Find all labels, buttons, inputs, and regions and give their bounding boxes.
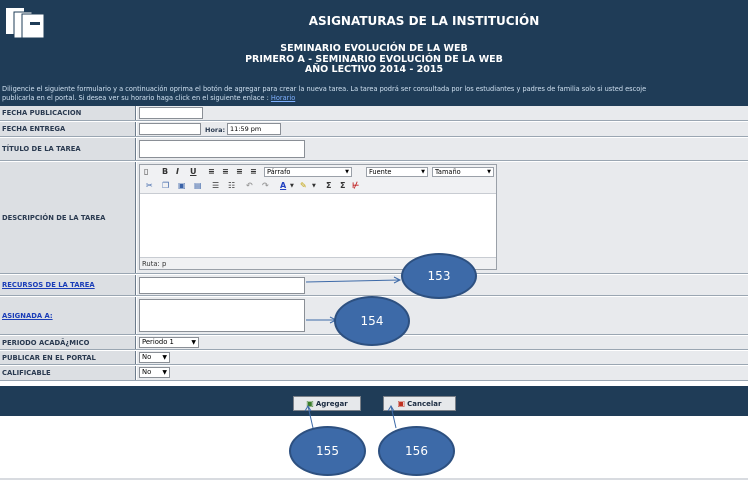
agregar-button[interactable]: ▣ Agregar (293, 396, 361, 411)
page-header: ASIGNATURAS DE LA INSTITUCIÓN (0, 0, 748, 44)
fecha-publicacion-label: FECHA PUBLICACION (0, 106, 136, 120)
instructions-line-2: publicarla en el portal. Si desea ver su… (2, 94, 269, 102)
underline-button[interactable]: U (190, 167, 197, 176)
periodo-select-value: Periodo 1 (142, 338, 174, 346)
cancelar-button[interactable]: ▣ Cancelar (383, 396, 456, 411)
chevron-down-icon: ▼ (191, 339, 196, 346)
titulo-label: TÍTULO DE LA TAREA (0, 138, 136, 160)
hora-label: Hora: (205, 126, 226, 134)
row-publicar: PUBLICAR EN EL PORTAL No ▼ (0, 351, 748, 365)
annotation-156: 156 (378, 426, 455, 476)
asignada-textarea[interactable] (139, 299, 305, 332)
agregar-button-label: Agregar (315, 399, 348, 408)
instructions-line-1: Diligencie el siguiente formulario y a c… (2, 85, 647, 93)
sum-icon[interactable]: Σ (340, 181, 345, 190)
row-recursos: RECURSOS DE LA TAREA (0, 275, 748, 296)
bullet-list-icon[interactable]: ☰ (212, 181, 219, 190)
bottom-divider (0, 478, 748, 480)
paste-icon[interactable]: ▣ (178, 181, 186, 190)
chevron-down-icon: ▼ (345, 169, 349, 175)
annotation-154: 154 (334, 296, 410, 346)
chevron-down-icon[interactable]: ▼ (290, 183, 294, 189)
new-document-icon[interactable]: ▯ (144, 167, 148, 176)
editor-body[interactable] (140, 193, 496, 259)
calificable-select-value: No (142, 368, 152, 376)
copy-icon[interactable]: ❐ (162, 181, 169, 190)
chevron-down-icon: ▼ (487, 169, 491, 175)
annotation-155: 155 (289, 426, 366, 476)
subtitle-line-1: SEMINARIO EVOLUCIÓN DE LA WEB (280, 43, 468, 54)
annotation-153: 153 (401, 253, 477, 299)
publicar-select-value: No (142, 353, 152, 361)
size-select[interactable]: Tamaño ▼ (432, 167, 494, 177)
fecha-publicacion-input[interactable] (139, 107, 203, 119)
cancel-icon: ▣ (397, 399, 406, 408)
calificable-select[interactable]: No ▼ (139, 367, 170, 378)
page-title: ASIGNATURAS DE LA INSTITUCIÓN (308, 14, 540, 28)
bold-button[interactable]: B (162, 167, 168, 176)
recursos-link[interactable]: RECURSOS DE LA TAREA (0, 275, 136, 295)
align-center-icon[interactable]: ≡ (222, 167, 229, 176)
justify-icon[interactable]: ≡ (250, 167, 257, 176)
chevron-down-icon: ▼ (421, 169, 425, 175)
course-subtitle: SEMINARIO EVOLUCIÓN DE LA WEB PRIMERO A … (0, 43, 748, 84)
periodo-select[interactable]: Periodo 1 ▼ (139, 337, 199, 348)
publicar-select[interactable]: No ▼ (139, 352, 170, 363)
asignada-link[interactable]: ASIGNADA A: (0, 297, 136, 334)
font-select-value: Fuente (369, 168, 392, 176)
subtitle-line-3: AÑO LECTIVO 2014 - 2015 (304, 64, 444, 75)
add-icon: ▣ (306, 399, 314, 408)
font-select[interactable]: Fuente ▼ (366, 167, 428, 177)
cancelar-button-label: Cancelar (407, 399, 442, 408)
align-right-icon[interactable]: ≡ (236, 167, 243, 176)
redo-icon[interactable]: ↷ (262, 181, 269, 190)
row-fecha-publicacion: FECHA PUBLICACION (0, 106, 748, 121)
instructions-text: Diligencie el siguiente formulario y a c… (0, 84, 748, 106)
chevron-down-icon: ▼ (162, 354, 167, 361)
descripcion-label: DESCRIPCIÓN DE LA TAREA (0, 162, 136, 273)
clear-format-icon[interactable]: ⊬ (352, 181, 359, 190)
calificable-label: CALIFICABLE (0, 366, 136, 380)
font-color-icon[interactable]: A (280, 181, 286, 190)
format-select[interactable]: Párrafo ▼ (264, 167, 352, 177)
editor-toolbar-1: ▯ B I U ≡ ≡ ≡ ≡ Párrafo ▼ Fuente ▼ Tamaño ▼ (140, 165, 496, 179)
paste-word-icon[interactable]: ▤ (194, 181, 202, 190)
size-select-value: Tamaño (435, 168, 461, 176)
publicar-label: PUBLICAR EN EL PORTAL (0, 351, 136, 364)
horario-link[interactable]: Horario (271, 94, 295, 102)
italic-button[interactable]: I (176, 167, 179, 176)
chevron-down-icon: ▼ (162, 369, 167, 376)
recursos-textarea[interactable] (139, 277, 305, 294)
periodo-label: PERIODO ACADÃ¿MICO (0, 336, 136, 349)
format-select-value: Párrafo (267, 168, 291, 176)
titulo-textarea[interactable] (139, 140, 305, 158)
row-fecha-entrega: FECHA ENTREGA Hora: (0, 122, 748, 137)
row-descripcion: DESCRIPCIÓN DE LA TAREA ▯ B I U ≡ ≡ ≡ ≡ … (0, 162, 748, 274)
form-footer: ▣ Agregar ▣ Cancelar (0, 386, 748, 416)
editor-toolbar-2: ✂ ❐ ▣ ▤ ☰ ☷ ↶ ↷ A ▼ ✎ ▼ Σ Σ ⊬ (140, 179, 496, 193)
sigma-icon[interactable]: Σ (326, 181, 331, 190)
fecha-entrega-label: FECHA ENTREGA (0, 122, 136, 136)
hora-input[interactable] (227, 123, 281, 135)
chevron-down-icon[interactable]: ▼ (312, 183, 316, 189)
row-calificable: CALIFICABLE No ▼ (0, 366, 748, 381)
fecha-entrega-input[interactable] (139, 123, 201, 135)
undo-icon[interactable]: ↶ (246, 181, 253, 190)
row-titulo: TÍTULO DE LA TAREA (0, 138, 748, 161)
numbered-list-icon[interactable]: ☷ (228, 181, 235, 190)
align-left-icon[interactable]: ≡ (208, 167, 215, 176)
highlight-color-icon[interactable]: ✎ (300, 181, 307, 190)
cut-icon[interactable]: ✂ (146, 181, 153, 190)
